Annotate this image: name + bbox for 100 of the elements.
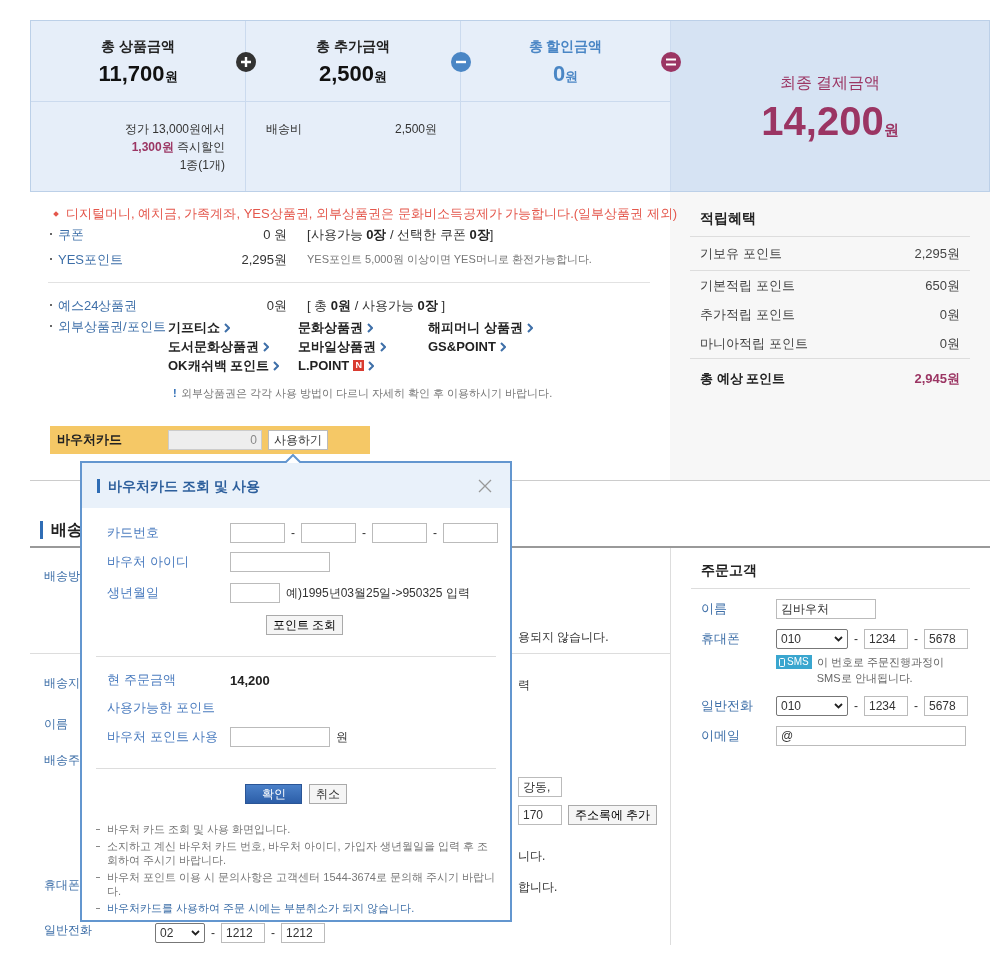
input-field[interactable] (230, 523, 285, 543)
field-label: 사용가능한 포인트 (107, 700, 215, 715)
field-text: - (271, 926, 275, 940)
field-text: - (914, 632, 918, 646)
chevron-right-icon (368, 360, 375, 371)
price-detail: 1,300원 즉시할인 (130, 139, 225, 156)
input-field[interactable] (301, 523, 356, 543)
input-field[interactable]: 1234 (864, 629, 908, 649)
cancel-button[interactable]: 취소 (309, 784, 347, 804)
field-label: 휴대폰 (44, 878, 80, 892)
voucher-link[interactable]: 모바일상품권 (298, 337, 376, 356)
field-label: 휴대폰 (701, 631, 740, 646)
input-field[interactable] (443, 523, 498, 543)
fee-label: 배송비 (266, 121, 302, 138)
input-field[interactable] (372, 523, 427, 543)
popup-title: 바우처카드 조회 및 사용 (97, 478, 260, 493)
close-icon[interactable] (478, 478, 492, 493)
field-text: - (854, 699, 858, 713)
chevron-right-icon (224, 322, 230, 333)
field-text: - (362, 526, 366, 540)
point-label: 기본적립 포인트 (700, 276, 795, 295)
amount-text: 14,200 (761, 99, 884, 143)
point-label: 마니아적립 포인트 (700, 334, 808, 353)
voucher-link[interactable]: GS&POINT (428, 339, 496, 354)
chevron-down-icon (834, 636, 843, 642)
chevron-right-icon (499, 341, 506, 352)
input-field[interactable] (230, 552, 330, 572)
lookup-button[interactable]: 포인트 조회 (266, 615, 344, 635)
payment-note: [사용가능 0장 / 선택한 쿠폰 0장] (306, 225, 495, 244)
input-field[interactable] (230, 583, 280, 603)
field-text: 합니다. (518, 878, 558, 896)
field-text: 예)1995년03월25일->950325 입력 (286, 584, 470, 602)
field-label: 생년월일 (107, 585, 159, 600)
unit-text: 원 (374, 69, 388, 84)
confirm-button[interactable]: 확인 (245, 784, 302, 804)
input-field[interactable] (230, 727, 330, 747)
input-field[interactable]: 1212 (281, 923, 325, 943)
input-field[interactable]: 170 (518, 805, 562, 825)
use-button[interactable]: 사용하기 (268, 430, 328, 450)
select-field[interactable]: 010 (776, 696, 848, 716)
field-text: 원 (336, 728, 348, 746)
warning-text: 외부상품권은 각각 사용 방법이 다르니 자세히 확인 후 이용하시기 바랍니다. (180, 386, 553, 401)
payment-note: YES포인트 5,000원 이상이면 YES머니로 환전가능합니다. (306, 252, 593, 267)
select-field[interactable]: 010 (776, 629, 848, 649)
select-field[interactable]: 02 (155, 923, 205, 943)
voucher-link[interactable]: 해피머니 상품권 (428, 318, 523, 337)
payment-label: YES포인트 (50, 250, 123, 269)
voucher-link[interactable]: 도서문화상품권 (168, 337, 259, 356)
note-text: 바우처카드를 사용하여 주문 시에는 부분취소가 되지 않습니다. (96, 901, 496, 915)
field-text: 용되지 않습니다. (518, 628, 609, 646)
field-label: 배송방 (44, 569, 80, 583)
new-label: N (353, 360, 365, 371)
input-field[interactable]: 5678 (924, 629, 968, 649)
voucher-link[interactable]: 문화상품권 (298, 318, 363, 337)
point-label: 기보유 포인트 (700, 244, 782, 263)
input-field[interactable]: 강동, (518, 777, 562, 797)
field-label: 배송주 (44, 753, 80, 767)
unit-text: 원 (883, 121, 899, 138)
input-field[interactable]: 1212 (221, 923, 265, 943)
unit-text: 원 (164, 69, 178, 84)
point-value: 0원 (939, 305, 960, 324)
point-value: 2,945원 (914, 369, 960, 388)
warning-mark: ! (173, 386, 177, 401)
chevron-right-icon (273, 360, 280, 371)
field-text: - (914, 699, 918, 713)
fee-value: 2,500원 (394, 121, 437, 138)
field-text: - (854, 632, 858, 646)
price-detail: 정가 13,000원에서 (123, 121, 225, 138)
field-label: 이메일 (701, 728, 740, 743)
note-text: 소지하고 계신 바우처 카드 번호, 바우처 아이디, 가입자 생년월일을 입력 후 조회하여 주시기 바랍니다. (96, 839, 496, 867)
phone-icon (779, 657, 785, 667)
summary-label: 총 추가금액 (315, 38, 391, 54)
payment-value: 0원 (265, 296, 287, 315)
field-text: 력 (518, 676, 530, 694)
payment-label: 외부상품권/포인트 (50, 318, 166, 375)
chevron-right-icon (526, 322, 533, 333)
voucher-link[interactable]: L.POINT (298, 358, 350, 373)
voucher-link[interactable]: 기프티쇼 (168, 318, 220, 337)
amount-text: 14,200 (230, 672, 270, 688)
payment-label: 예스24상품권 (50, 296, 138, 315)
amount-text: 11,700 (98, 61, 165, 86)
chevron-right-icon (367, 322, 373, 333)
chevron-down-icon (834, 703, 843, 709)
input-field[interactable]: @ (776, 726, 966, 746)
summary-label: 총 할인금액 (527, 38, 604, 54)
field-label: 배송지 (44, 676, 80, 690)
input-field[interactable]: 1234 (864, 696, 908, 716)
input-field[interactable]: 김바우처 (776, 599, 876, 619)
payment-label: 쿠폰 (50, 225, 84, 244)
chevron-down-icon (191, 930, 200, 936)
input-field[interactable]: 5678 (924, 696, 968, 716)
field-text: - (433, 526, 437, 540)
field-label: 일반전화 (44, 923, 92, 937)
field-label: 현 주문금액 (107, 672, 176, 687)
point-value: 2,295원 (914, 244, 960, 263)
note-text: 바우처 포인트 이용 시 문의사항은 고객센터 1544-3674로 문의해 주시기 바랍니다. (96, 870, 496, 898)
add-button[interactable]: 주소록에 추가 (568, 805, 658, 825)
voucher-link[interactable]: OK캐쉬백 포인트 (168, 356, 270, 375)
field-text: - (211, 926, 215, 940)
field-label: 카드번호 (107, 525, 159, 540)
